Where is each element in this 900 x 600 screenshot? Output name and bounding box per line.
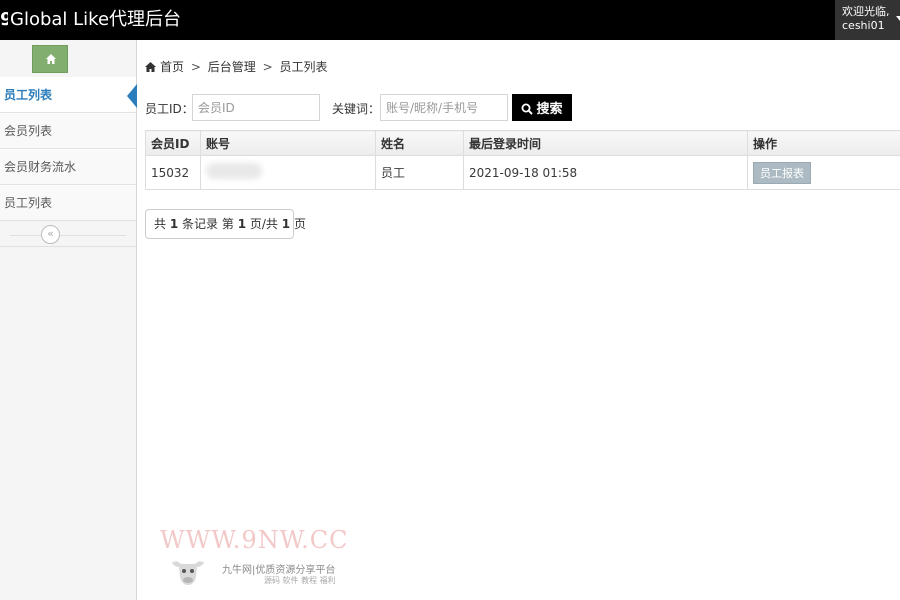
staff-id-input[interactable] bbox=[192, 94, 320, 121]
cow-logo-icon bbox=[172, 561, 204, 585]
pager-text: 条记录 第 bbox=[182, 217, 234, 231]
search-button[interactable]: 搜索 bbox=[512, 94, 572, 121]
keyword-input[interactable] bbox=[380, 94, 508, 121]
home-icon bbox=[145, 62, 156, 72]
column-header-actions: 操作 bbox=[747, 130, 900, 156]
pagination-info: 共 1 条记录 第 1 页/共 1 页 bbox=[145, 209, 306, 239]
table-header-row: 会员ID 账号 姓名 最后登录时间 操作 bbox=[145, 130, 900, 156]
breadcrumb-home[interactable]: 首页 bbox=[160, 60, 184, 74]
watermark-name: 九牛网|优质资源分享平台 bbox=[222, 565, 336, 576]
sidebar-item-label: 会员财务流水 bbox=[4, 160, 77, 174]
brand-logo-icon: 9 bbox=[0, 9, 8, 30]
brand-title: Global Like代理后台 bbox=[10, 9, 182, 30]
staff-table: 会员ID 账号 姓名 最后登录时间 操作 15032 员工 2021-09-18… bbox=[145, 130, 900, 190]
column-header-last-login: 最后登录时间 bbox=[463, 130, 748, 156]
cell-actions: 员工报表 bbox=[747, 155, 900, 190]
top-bar: 9Global Like代理后台 欢迎光临, ceshi01 bbox=[0, 0, 900, 40]
breadcrumb-current: 员工列表 bbox=[279, 60, 328, 74]
cell-account bbox=[200, 155, 376, 190]
watermark-title: WWW.9NW.CC bbox=[160, 526, 349, 554]
sidebar: 员工列表 会员列表 会员财务流水 员工列表 « bbox=[0, 40, 137, 600]
welcome-text: 欢迎光临, bbox=[842, 5, 890, 18]
cell-last-login: 2021-09-18 01:58 bbox=[463, 155, 748, 190]
brand[interactable]: 9Global Like代理后台 bbox=[0, 0, 181, 40]
collapse-sidebar-icon[interactable]: « bbox=[41, 225, 60, 244]
home-icon bbox=[46, 54, 56, 64]
sidebar-item-label: 会员列表 bbox=[4, 124, 53, 138]
sidebar-item-member-finance[interactable]: 会员财务流水 bbox=[0, 149, 136, 185]
blurred-account bbox=[206, 163, 262, 179]
cell-name: 员工 bbox=[375, 155, 464, 190]
staff-id-label: 员工ID： bbox=[145, 102, 194, 116]
search-icon bbox=[521, 103, 534, 115]
watermark-subtitle: 源码 软件 教程 福利 bbox=[264, 576, 336, 585]
column-header-account: 账号 bbox=[200, 130, 376, 156]
pager-text: 页/共 bbox=[249, 217, 278, 231]
breadcrumb-admin[interactable]: 后台管理 bbox=[208, 60, 256, 74]
staff-report-button[interactable]: 员工报表 bbox=[753, 161, 811, 184]
pager-total-pages: 1 bbox=[281, 217, 291, 231]
sidebar-item-staff-list-2[interactable]: 员工列表 bbox=[0, 185, 136, 221]
breadcrumb: 首页 > 后台管理 > 员工列表 bbox=[145, 58, 327, 76]
table-row: 15032 员工 2021-09-18 01:58 员工报表 bbox=[145, 155, 900, 190]
breadcrumb-separator: > bbox=[190, 60, 201, 74]
home-button[interactable] bbox=[32, 45, 68, 73]
column-header-member-id: 会员ID bbox=[145, 130, 201, 156]
sidebar-menu: 员工列表 会员列表 会员财务流水 员工列表 bbox=[0, 77, 137, 221]
search-button-label: 搜索 bbox=[536, 102, 563, 117]
sidebar-item-staff-list[interactable]: 员工列表 bbox=[0, 77, 137, 113]
pager-total-count: 1 bbox=[169, 217, 179, 231]
user-menu[interactable]: 欢迎光临, ceshi01 bbox=[835, 0, 900, 40]
breadcrumb-separator: > bbox=[262, 60, 273, 74]
pager-current-page: 1 bbox=[237, 217, 247, 231]
pager-text: 共 bbox=[154, 217, 167, 231]
divider bbox=[10, 235, 126, 236]
pager-text: 页 bbox=[293, 217, 306, 231]
cell-member-id: 15032 bbox=[145, 155, 201, 190]
sidebar-item-label: 员工列表 bbox=[4, 196, 53, 210]
sidebar-collapse-bar: « bbox=[0, 225, 136, 247]
caret-down-icon[interactable] bbox=[896, 16, 900, 21]
sidebar-item-label: 员工列表 bbox=[4, 88, 53, 102]
column-header-name: 姓名 bbox=[375, 130, 464, 156]
keyword-label: 关键词： bbox=[332, 102, 381, 116]
sidebar-item-member-list[interactable]: 会员列表 bbox=[0, 113, 136, 149]
username: ceshi01 bbox=[842, 19, 885, 32]
